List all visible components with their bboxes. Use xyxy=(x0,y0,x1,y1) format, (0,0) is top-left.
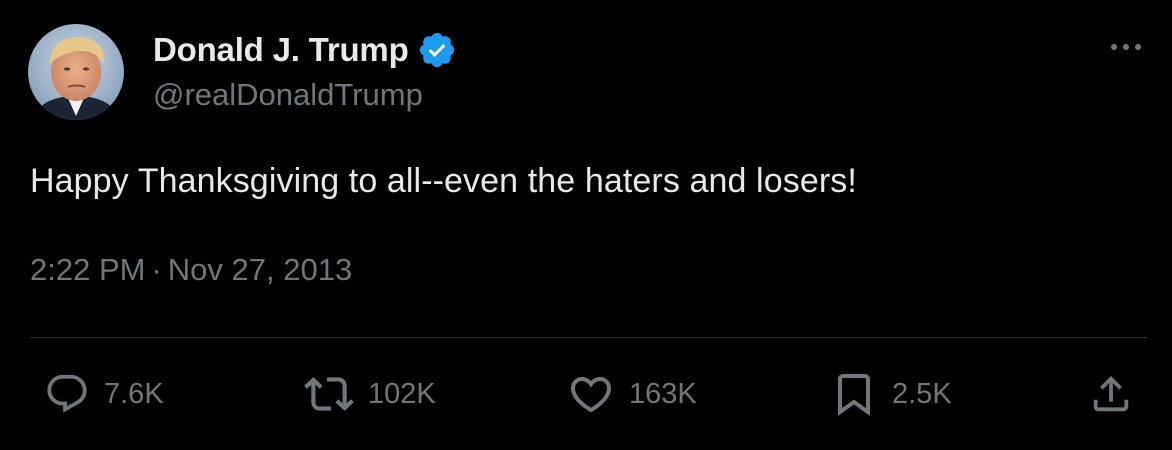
retweet-count: 102K xyxy=(368,377,436,410)
more-options-button[interactable] xyxy=(1108,34,1144,58)
heart-icon xyxy=(570,377,612,413)
bookmark-button[interactable]: 2.5K xyxy=(830,370,952,418)
retweet-icon xyxy=(304,377,354,411)
tweet-text: Happy Thanksgiving to all--even the hate… xyxy=(30,162,857,200)
author-handle[interactable]: @realDonaldTrump xyxy=(153,77,423,113)
tweet-date: Nov 27, 2013 xyxy=(167,252,353,287)
like-button[interactable]: 163K xyxy=(567,370,697,418)
avatar[interactable] xyxy=(28,24,124,120)
share-icon xyxy=(1093,375,1129,412)
like-count: 163K xyxy=(629,377,697,410)
share-button[interactable] xyxy=(1088,370,1134,418)
more-dots-icon xyxy=(1111,44,1141,50)
tweet: Donald J. Trump @realDonaldTrump Happy T… xyxy=(0,0,1172,450)
retweet-button[interactable]: 102K xyxy=(304,370,436,418)
display-name-text: Donald J. Trump xyxy=(153,31,409,68)
reply-icon xyxy=(47,374,87,413)
tweet-time: 2:22 PM xyxy=(30,252,146,287)
timestamp-separator: · xyxy=(151,252,162,287)
avatar-image xyxy=(28,24,124,120)
bookmark-icon xyxy=(838,374,870,416)
verified-badge-icon xyxy=(417,30,457,70)
display-name[interactable]: Donald J. Trump xyxy=(153,30,457,70)
reply-count: 7.6K xyxy=(104,377,164,410)
bookmark-count: 2.5K xyxy=(892,377,952,410)
divider xyxy=(30,337,1147,338)
reply-button[interactable]: 7.6K xyxy=(44,370,164,418)
tweet-timestamp[interactable]: 2:22 PM · Nov 27, 2013 xyxy=(30,252,352,288)
